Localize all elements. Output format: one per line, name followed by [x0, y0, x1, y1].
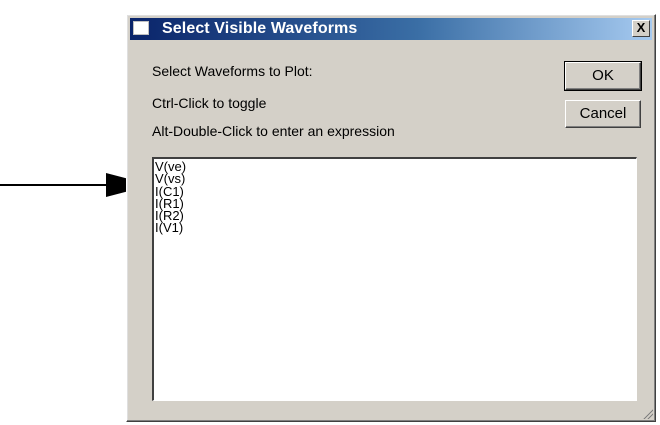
list-item[interactable]: I(V1) — [155, 221, 636, 234]
title-bar[interactable]: Select Visible Waveforms X — [130, 18, 652, 40]
cancel-button[interactable]: Cancel — [565, 100, 641, 128]
instruction-select-waveforms: Select Waveforms to Plot: — [152, 63, 313, 79]
instruction-ctrl-click: Ctrl-Click to toggle — [152, 95, 267, 111]
dialog-title: Select Visible Waveforms — [162, 20, 358, 37]
waveform-listbox[interactable]: V(ve) V(vs) I(C1) I(R1) I(R2) I(V1) — [152, 157, 637, 401]
list-item[interactable]: V(vs) — [155, 172, 636, 185]
close-button[interactable]: X — [632, 20, 650, 37]
select-visible-waveforms-dialog: Select Visible Waveforms X Select Wavefo… — [126, 14, 656, 422]
list-item[interactable]: I(R1) — [155, 197, 636, 210]
close-icon: X — [636, 20, 646, 35]
window-icon — [133, 21, 149, 35]
pointer-arrow-shaft — [0, 184, 110, 186]
instruction-alt-double-click: Alt-Double-Click to enter an expression — [152, 123, 395, 139]
ok-button[interactable]: OK — [564, 61, 642, 91]
list-item[interactable]: I(C1) — [155, 184, 636, 198]
screenshot-stage: Select Visible Waveforms X Select Wavefo… — [0, 0, 660, 425]
list-item[interactable]: V(ve) — [155, 160, 636, 173]
resize-grip-icon[interactable] — [641, 407, 653, 419]
list-item[interactable]: I(R2) — [155, 209, 636, 222]
